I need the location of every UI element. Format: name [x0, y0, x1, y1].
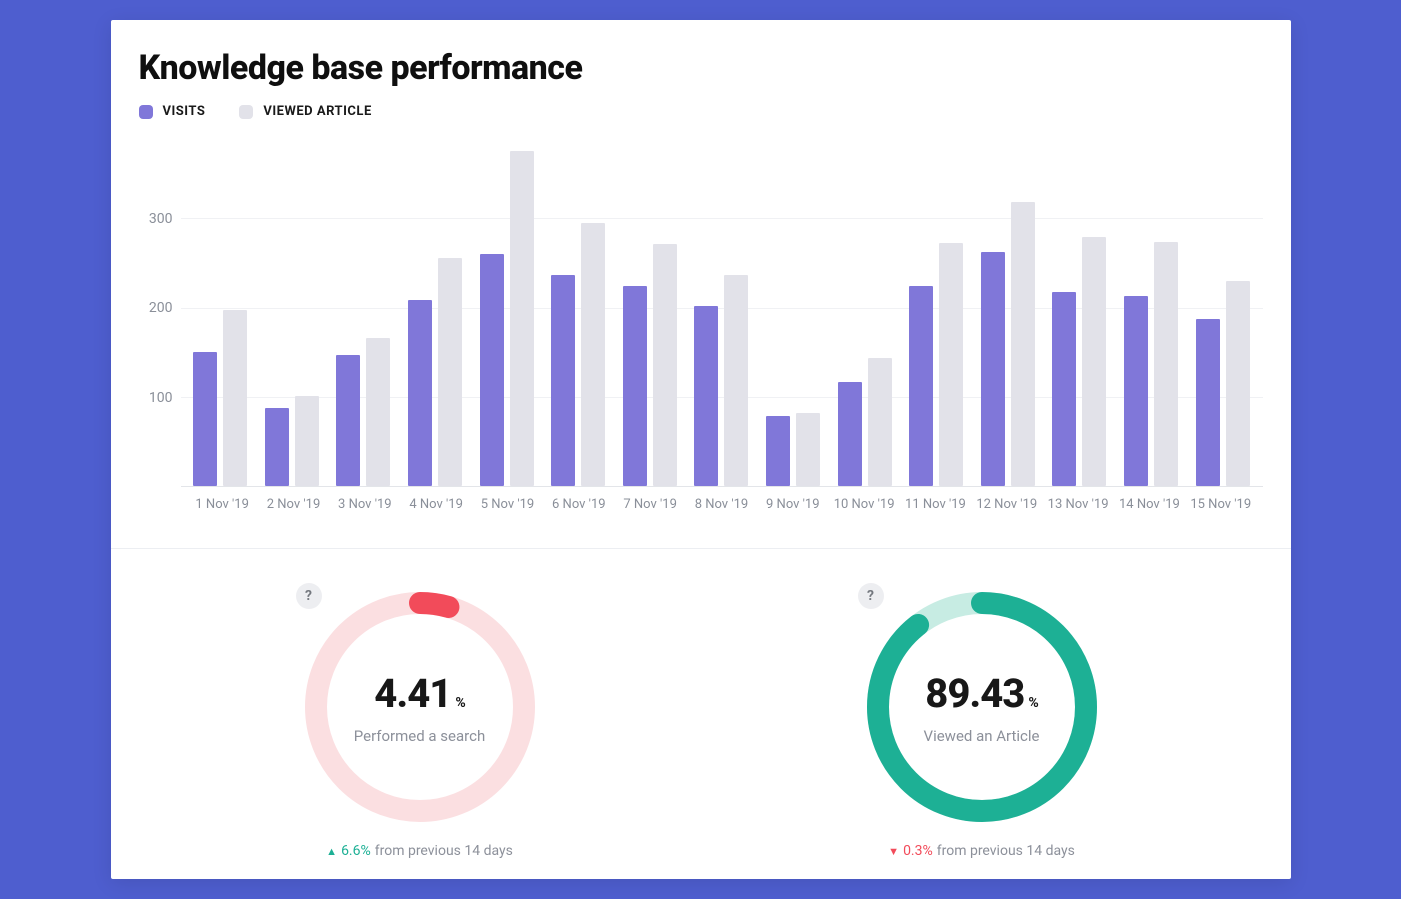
bar-viewed[interactable]	[366, 338, 390, 486]
bars-container	[181, 147, 1263, 486]
percent-symbol: %	[1028, 695, 1037, 711]
trend-up-icon: ▲	[326, 845, 337, 858]
x-tick: 14 Nov '19	[1114, 497, 1185, 512]
donut-label-search: Performed a search	[354, 727, 485, 745]
bar-group[interactable]	[330, 147, 398, 486]
bar-group[interactable]	[473, 147, 541, 486]
x-tick: 7 Nov '19	[614, 497, 685, 512]
help-icon[interactable]: ?	[858, 583, 884, 609]
bar-group[interactable]	[1189, 147, 1257, 486]
y-tick: 300	[149, 211, 181, 227]
bar-visits[interactable]	[623, 286, 647, 486]
bar-group[interactable]	[1046, 147, 1114, 486]
x-tick: 13 Nov '19	[1042, 497, 1113, 512]
bar-viewed[interactable]	[438, 258, 462, 486]
x-tick: 5 Nov '19	[472, 497, 543, 512]
donut-row: ? 4.41 % Performed a search ▲ 6.6% from …	[139, 577, 1263, 859]
bar-visits[interactable]	[1196, 319, 1220, 486]
bar-viewed[interactable]	[1082, 237, 1106, 486]
delta-suffix: from previous 14 days	[375, 843, 513, 859]
bar-group[interactable]	[544, 147, 612, 486]
x-tick: 11 Nov '19	[900, 497, 971, 512]
delta-suffix: from previous 14 days	[937, 843, 1075, 859]
bar-group[interactable]	[831, 147, 899, 486]
donut-value-article: 89.43	[925, 670, 1024, 717]
x-tick: 4 Nov '19	[400, 497, 471, 512]
bar-group[interactable]	[1117, 147, 1185, 486]
bar-visits[interactable]	[336, 355, 360, 486]
y-tick: 100	[149, 390, 181, 406]
bar-visits[interactable]	[838, 382, 862, 486]
y-tick: 200	[149, 300, 181, 316]
donut-center: 4.41 % Performed a search	[300, 587, 540, 827]
bar-viewed[interactable]	[796, 413, 820, 486]
donut-value-search: 4.41	[374, 670, 451, 717]
legend-label-viewed: VIEWED ARTICLE	[263, 104, 371, 119]
x-tick: 10 Nov '19	[828, 497, 899, 512]
bar-viewed[interactable]	[653, 244, 677, 486]
legend-item-viewed[interactable]: VIEWED ARTICLE	[239, 104, 371, 119]
percent-symbol: %	[455, 695, 464, 711]
bar-visits[interactable]	[694, 306, 718, 486]
x-tick: 1 Nov '19	[187, 497, 258, 512]
bar-group[interactable]	[902, 147, 970, 486]
bar-viewed[interactable]	[295, 396, 319, 486]
bar-visits[interactable]	[909, 286, 933, 486]
legend-swatch-viewed	[239, 105, 253, 119]
bar-group[interactable]	[401, 147, 469, 486]
bar-group[interactable]	[616, 147, 684, 486]
bar-viewed[interactable]	[1011, 202, 1035, 486]
page-title: Knowledge base performance	[139, 48, 1263, 88]
plot-area	[181, 147, 1263, 487]
bar-viewed[interactable]	[581, 223, 605, 486]
x-tick: 6 Nov '19	[543, 497, 614, 512]
trend-down-icon: ▼	[888, 845, 899, 858]
bar-viewed[interactable]	[724, 275, 748, 486]
legend-label-visits: VISITS	[163, 104, 206, 119]
bar-viewed[interactable]	[939, 243, 963, 486]
bar-chart: 1 Nov '192 Nov '193 Nov '194 Nov '195 No…	[139, 147, 1263, 520]
donut-performed-search: ? 4.41 % Performed a search ▲ 6.6% from …	[300, 587, 540, 859]
x-tick: 15 Nov '19	[1185, 497, 1256, 512]
chart-legend: VISITS VIEWED ARTICLE	[139, 104, 1263, 119]
delta-text-article: ▼ 0.3% from previous 14 days	[888, 843, 1075, 859]
donut-center: 89.43 % Viewed an Article	[862, 587, 1102, 827]
bar-viewed[interactable]	[510, 151, 534, 486]
x-axis: 1 Nov '192 Nov '193 Nov '194 Nov '195 No…	[181, 487, 1263, 512]
x-tick: 9 Nov '19	[757, 497, 828, 512]
x-tick: 3 Nov '19	[329, 497, 400, 512]
delta-value: 6.6%	[341, 843, 371, 859]
bar-group[interactable]	[258, 147, 326, 486]
x-tick: 2 Nov '19	[258, 497, 329, 512]
section-divider	[111, 548, 1291, 549]
donut-viewed-article: ? 89.43 % Viewed an Article ▼ 0.3% from …	[862, 587, 1102, 859]
bar-visits[interactable]	[1052, 292, 1076, 486]
donut-label-article: Viewed an Article	[924, 727, 1040, 745]
bar-visits[interactable]	[193, 352, 217, 486]
bar-visits[interactable]	[766, 416, 790, 486]
bar-visits[interactable]	[1124, 296, 1148, 486]
delta-value: 0.3%	[903, 843, 933, 859]
bar-viewed[interactable]	[1226, 281, 1250, 486]
bar-group[interactable]	[688, 147, 756, 486]
x-tick: 8 Nov '19	[686, 497, 757, 512]
bar-visits[interactable]	[981, 252, 1005, 486]
legend-swatch-visits	[139, 105, 153, 119]
bar-visits[interactable]	[480, 254, 504, 486]
dashboard-card: Knowledge base performance VISITS VIEWED…	[111, 20, 1291, 879]
bar-group[interactable]	[187, 147, 255, 486]
bar-visits[interactable]	[551, 275, 575, 486]
help-icon[interactable]: ?	[296, 583, 322, 609]
x-tick: 12 Nov '19	[971, 497, 1042, 512]
bar-group[interactable]	[759, 147, 827, 486]
bar-viewed[interactable]	[868, 358, 892, 486]
bar-visits[interactable]	[408, 300, 432, 486]
bar-viewed[interactable]	[223, 310, 247, 486]
bar-visits[interactable]	[265, 408, 289, 486]
legend-item-visits[interactable]: VISITS	[139, 104, 206, 119]
bar-group[interactable]	[974, 147, 1042, 486]
bar-viewed[interactable]	[1154, 242, 1178, 486]
delta-text-search: ▲ 6.6% from previous 14 days	[326, 843, 513, 859]
